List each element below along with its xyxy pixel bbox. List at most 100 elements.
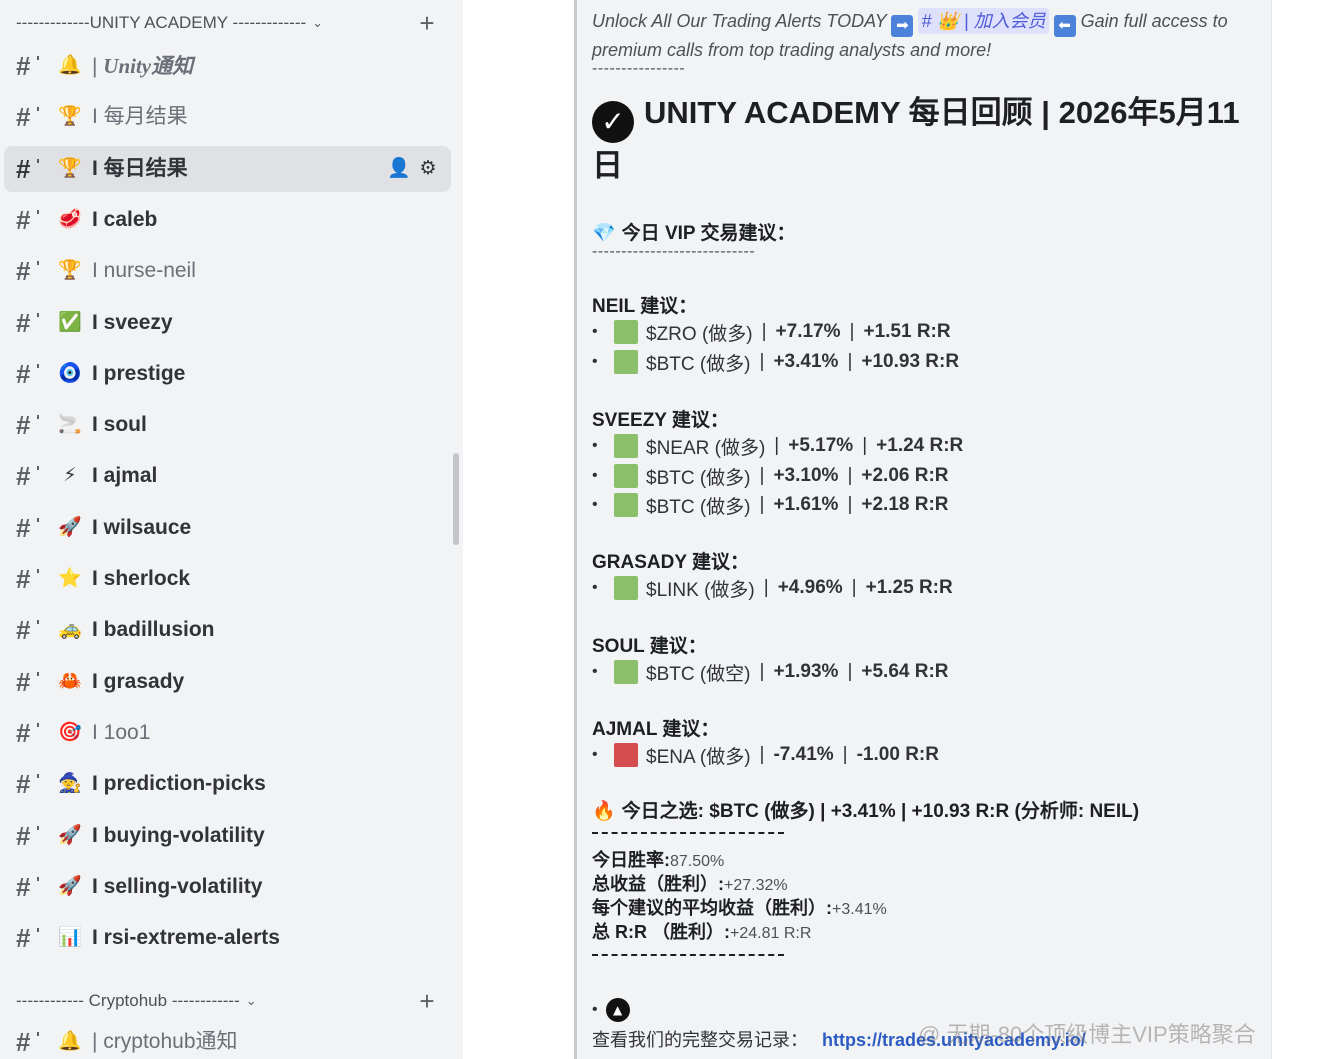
stat-row: 总 R:R （胜利）:+24.81 R:R (592, 918, 811, 944)
thread-channel-icon: # (16, 52, 46, 80)
channel-item[interactable]: # 🚬 I soul (4, 402, 451, 448)
separator: | (847, 494, 853, 515)
separator: | (761, 321, 767, 342)
channel-item[interactable]: # 🚀 I wilsauce (4, 505, 451, 551)
channel-label: I caleb (92, 208, 158, 231)
channel-item-cryptohub-notice[interactable]: # 🔔 | cryptohub通知 (4, 1019, 451, 1059)
channel-item[interactable]: # 🚕 I badillusion (4, 607, 451, 653)
trade-row: • $BTC (做多) | +3.41% | +10.93 R:R (592, 348, 959, 376)
meat-icon: 🥩 (58, 208, 82, 230)
bullet: • (592, 1001, 598, 1018)
divider-dashes: ---------------------------- (592, 243, 756, 260)
channel-item[interactable]: # 🏆 I 每月结果 (4, 94, 451, 140)
channel-label: I wilsauce (92, 516, 192, 539)
channel-label: I sherlock (92, 567, 191, 590)
analyst-heading: NEIL 建议： (592, 296, 698, 317)
thread-channel-icon: # (16, 103, 46, 131)
add-member-icon[interactable]: 👤 (387, 157, 411, 179)
separator: | (862, 435, 868, 456)
red-square-icon (614, 743, 638, 767)
promo-text: Unlock All Our Trading Alerts TODAY ➡ # … (592, 8, 1262, 63)
channel-item[interactable]: # 🚀 I buying-volatility (4, 813, 451, 859)
rocket-icon: 🚀 (58, 516, 82, 538)
channel-label: I selling-volatility (92, 875, 263, 898)
arrow-left-icon: ⬅ (1053, 15, 1076, 37)
taxi-icon: 🚕 (58, 618, 82, 640)
channel-item[interactable]: # 🚀 I selling-volatility (4, 864, 451, 910)
bullet: • (592, 579, 598, 596)
trade-rr: +2.18 R:R (861, 494, 949, 515)
separator: | (851, 577, 857, 598)
channel-item[interactable]: # ⚡ I ajmal (4, 453, 451, 499)
crab-icon: 🦀 (58, 670, 82, 692)
stat-value: +27.32% (724, 877, 788, 894)
channel-item[interactable]: # 🥩 I caleb (4, 197, 451, 243)
channel-mention-join[interactable]: # 👑 | 加入会员 (918, 8, 1049, 34)
cigarette-icon: 🚬 (58, 413, 82, 435)
channel-actions: 👤 ⚙ (387, 157, 439, 179)
channel-item[interactable]: # 🎯 I 1oo1 (4, 710, 451, 756)
thread-channel-icon: # (16, 360, 46, 388)
bullet: • (592, 663, 598, 680)
thread-channel-icon: # (16, 155, 46, 183)
trade-rr: +2.06 R:R (861, 465, 949, 486)
thread-channel-icon: # (16, 206, 46, 234)
stat-value: +3.41% (832, 901, 887, 918)
channel-item[interactable]: # ⭐ I sherlock (4, 556, 451, 602)
trade-rr: +1.25 R:R (865, 577, 953, 598)
analyst-heading: AJMAL 建议： (592, 719, 720, 740)
chevron-down-icon: ⌄ (312, 15, 324, 30)
chevron-down-icon: ⌄ (245, 993, 257, 1008)
add-channel-icon[interactable]: + (415, 986, 439, 1016)
separator: | (759, 661, 765, 682)
sidebar-scrollbar[interactable] (453, 453, 459, 545)
trade-asset: $BTC (做多) (646, 353, 751, 375)
channel-label: I 每日结果 (92, 157, 188, 180)
thread-channel-icon: # (16, 719, 46, 747)
trade-percent: +1.61% (773, 494, 839, 515)
trophy-icon: 🏆 (58, 157, 82, 179)
trade-asset: $BTC (做多) (646, 496, 751, 518)
trade-row: • $ENA (做多) | -7.41% | -1.00 R:R (592, 741, 939, 769)
trade-rr: +1.51 R:R (863, 321, 951, 342)
trophy-icon: 🏆 (58, 259, 82, 281)
trade-percent: +5.17% (788, 435, 854, 456)
category-header-unity-academy[interactable]: -------------UNITY ACADEMY -------------… (16, 11, 323, 35)
channel-item[interactable]: # 🔔 | Unity通知 (4, 43, 451, 89)
channel-label: I 每月结果 (92, 105, 188, 128)
channel-label: I rsi-extreme-alerts (92, 926, 280, 949)
bar-chart-icon: 📊 (58, 926, 82, 948)
category-label: -------------UNITY ACADEMY ------------- (16, 13, 307, 32)
green-square-icon (614, 660, 638, 684)
trade-asset: $ZRO (做多) (646, 323, 753, 345)
gear-icon[interactable]: ⚙ (417, 157, 439, 179)
channel-label: I 1oo1 (92, 721, 151, 744)
nazar-amulet-icon: 🧿 (58, 362, 82, 384)
green-square-icon (614, 434, 638, 458)
fire-icon: 🔥 (592, 800, 616, 822)
channel-item[interactable]: # 🏆 I nurse-neil (4, 248, 451, 294)
analyst-heading: SOUL 建议： (592, 636, 707, 657)
trade-asset: $BTC (做多) (646, 467, 751, 489)
category-header-cryptohub[interactable]: ------------ Cryptohub ------------ ⌄ (16, 989, 257, 1013)
channel-item[interactable]: # 🧿 I prestige (4, 351, 451, 397)
channel-item[interactable]: # 🦀 I grasady (4, 659, 451, 705)
channel-item[interactable]: # ✅ I sveezy (4, 300, 451, 346)
divider-rule (592, 832, 784, 835)
add-channel-icon[interactable]: + (415, 8, 439, 38)
watermark-text: @ 无期-80个顶级博主VIP策略聚合 (918, 1022, 1256, 1047)
lightning-icon: ⚡ (63, 464, 77, 486)
channel-label: I ajmal (92, 464, 158, 487)
stat-row: 今日胜率:87.50% (592, 846, 724, 872)
channel-label: I badillusion (92, 618, 215, 641)
thread-channel-icon: # (16, 462, 46, 490)
trade-rr: -1.00 R:R (856, 744, 939, 765)
check-box-icon: ✅ (58, 311, 82, 333)
channel-item[interactable]: # 📊 I rsi-extreme-alerts (4, 915, 451, 961)
channel-item[interactable]: # 🏆 I 每日结果 👤 ⚙ (4, 146, 451, 192)
channel-item[interactable]: # 🧙 I prediction-picks (4, 761, 451, 807)
green-square-icon (614, 464, 638, 488)
post-title-text: UNITY ACADEMY 每日回顾 | 2026年5月11日 (592, 95, 1240, 183)
trade-percent: +4.96% (777, 577, 843, 598)
vip-heading: 💎 今日 VIP 交易建议： (592, 218, 796, 245)
